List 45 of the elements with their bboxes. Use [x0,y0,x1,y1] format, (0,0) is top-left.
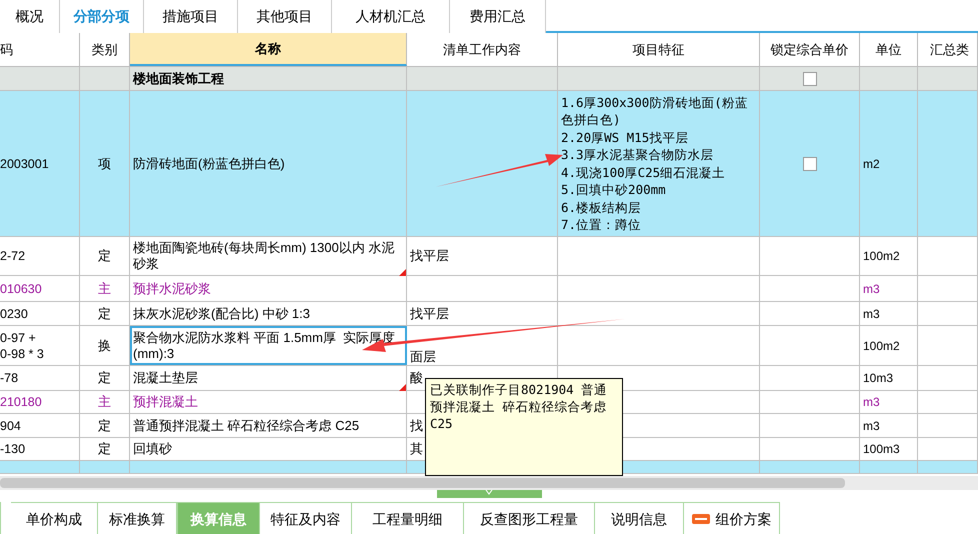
splitter-handle[interactable] [436,490,542,498]
table-cell: 楼地面装饰工程 [130,67,407,90]
tab[interactable]: 说明信息 [595,502,684,534]
tab[interactable]: 费用汇总 [450,0,546,33]
new-badge-icon [692,513,710,525]
tab[interactable]: 概况 [0,0,60,33]
table-cell: 1.6厚300x300防滑砖地面(粉蓝色拼白色) 2.20厚WS M15找平层 3.3厚水泥基聚合物防水层 4.现浇100厚C25细石混凝土 5.回填中砂200mm 6.楼板结构层 7.位置：蹲位 [558,91,760,236]
table-cell: 210180 [0,391,80,413]
checkbox[interactable] [802,156,816,170]
chevron-down-icon [485,490,493,495]
scrollbar-thumb[interactable] [0,478,845,488]
column-header[interactable]: 名称 [130,33,407,66]
checkbox[interactable] [802,72,816,86]
table-cell: 010630 [0,276,80,301]
table-cell: 预拌混凝土 [130,391,407,413]
table-cell: 找平层 [407,302,558,325]
table-cell: 混凝土垫层 [130,366,407,390]
table-cell: 2-72 [0,237,80,275]
tab[interactable]: 分部分项 [60,0,144,33]
tab[interactable]: 其他项目 [238,0,332,33]
table-cell: 904 [0,414,80,437]
tab[interactable]: 单价构成 [11,502,98,534]
tab[interactable]: 组价方案 [684,502,780,534]
tab[interactable]: 反查图形工程量 [464,502,595,534]
table-cell: m2 [860,91,918,236]
table-cell: 普通预拌混凝土 碎石粒径综合考虑 C25 [130,414,407,437]
tooltip: 已关联制作子目8021904 普通预拌混凝土 碎石粒径综合考虑 C25 [425,378,623,476]
table-cell: 面层 [407,326,558,365]
table-cell: 2003001 [0,91,80,236]
tab[interactable]: 人材机汇总 [332,0,450,33]
table-cell: 预拌水泥砂浆 [130,276,407,301]
table-cell: 防滑砖地面(粉蓝色拼白色) [130,91,407,236]
table-cell: 抹灰水泥砂浆(配合比) 中砂 1:3 [130,302,407,325]
table-cell: -130 [0,438,80,460]
table-cell: 找平层 [407,237,558,275]
tab[interactable]: 标准换算 [98,502,177,534]
tab[interactable]: 措施项目 [144,0,238,33]
table-cell: 0230 [0,302,80,325]
tab[interactable]: 工程量明细 [352,502,464,534]
column-header[interactable]: 码 [0,33,80,66]
table-cell: 项 [80,91,130,236]
tab[interactable]: 特征及内容 [260,502,352,534]
table-cell: 0-97 + 0-98 * 3 [0,326,80,365]
table-cell: -78 [0,366,80,390]
table-cell: 楼地面陶瓷地砖(每块周长mm) 1300以内 水泥砂浆 [130,237,407,275]
